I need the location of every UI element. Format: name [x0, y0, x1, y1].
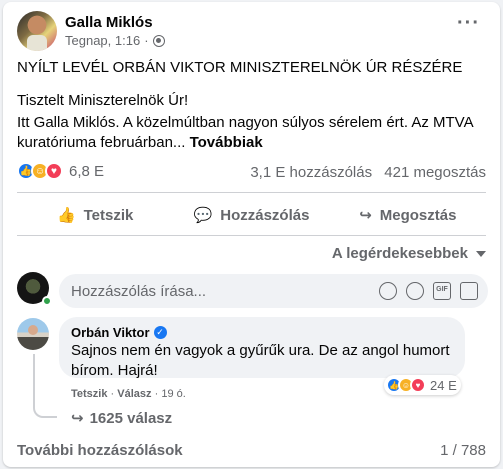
author-avatar[interactable] — [17, 11, 57, 51]
comment-label: Hozzászólás — [220, 206, 310, 224]
sort-label: A legérdekesebbek — [331, 245, 468, 262]
comment-reactions[interactable]: 👍 ☺ ♥ 24 E — [384, 375, 461, 395]
like-icon: 👍 — [56, 207, 76, 224]
meta-dot-1: · — [110, 388, 115, 400]
share-icon: ↪ — [359, 207, 372, 224]
post-stats: 3,1 E hozzászólás 421 megosztás — [242, 164, 486, 181]
post-title: NYÍLT LEVÉL ORBÁN VIKTOR MINISZTERELNÖK … — [17, 59, 463, 76]
comment-input-placeholder: Hozzászólás írása... — [71, 282, 207, 300]
love-reaction-icon: ♥ — [45, 162, 63, 180]
reply-arrow-icon: ↪ — [71, 410, 84, 427]
comment-icon: 💬 — [193, 207, 213, 224]
post-greeting: Tisztelt Miniszterelnök Úr! — [17, 92, 189, 109]
more-comments-link[interactable]: További hozzászólások — [17, 442, 183, 459]
post-body: Itt Galla Miklós. A közelmúltban nagyon … — [17, 113, 487, 153]
reaction-count: 6,8 E — [69, 162, 105, 180]
shares-count[interactable]: 421 megosztás — [384, 164, 486, 181]
verified-icon: ✓ — [153, 326, 167, 339]
love-reaction-icon: ♥ — [410, 377, 426, 393]
comment-reaction-count: 24 E — [430, 377, 457, 393]
post-meta: Tegnap, 1:16 · — [65, 33, 165, 48]
replies-count: 1625 válasz — [89, 409, 173, 427]
comment-bubble: Orbán Viktor ✓ Sajnos nem én vagyok a gy… — [59, 317, 465, 379]
see-more-link[interactable]: Továbbiak — [190, 134, 263, 151]
commenter-name[interactable]: Orbán Viktor — [71, 325, 150, 340]
post-header: Galla Miklós Tegnap, 1:16 · — [17, 11, 165, 51]
action-bar: 👍 Tetszik 💬 Hozzászólás ↪ Megosztás — [17, 196, 486, 234]
comments-count[interactable]: 3,1 E hozzászólás — [250, 164, 372, 181]
author-block: Galla Miklós Tegnap, 1:16 · — [65, 14, 165, 48]
post-card: Galla Miklós Tegnap, 1:16 · ··· NYÍLT LE… — [3, 2, 500, 467]
input-icons: GIF — [379, 282, 478, 300]
author-name[interactable]: Galla Miklós — [65, 14, 165, 32]
commenter-name-row: Orbán Viktor ✓ — [71, 325, 453, 340]
comment-meta: Tetszik · Válasz · 19 ó. — [71, 388, 186, 400]
meta-separator: · — [144, 33, 149, 48]
sort-dropdown[interactable]: A legérdekesebbek — [332, 245, 486, 262]
reply-thread-line — [33, 354, 57, 418]
globe-icon — [152, 34, 165, 47]
meta-dot-2: · — [154, 388, 159, 400]
emoji-icon[interactable] — [379, 282, 397, 300]
comment-input[interactable]: Hozzászólás írása... GIF — [59, 274, 488, 308]
comment-pager: 1 / 788 — [440, 442, 486, 459]
share-button[interactable]: ↪ Megosztás — [330, 196, 486, 234]
online-status-icon — [42, 296, 52, 306]
reaction-summary[interactable]: 👍 ☺ ♥ 6,8 E — [17, 162, 104, 180]
like-label: Tetszik — [83, 206, 134, 224]
view-replies-button[interactable]: ↪ 1625 válasz — [71, 409, 173, 428]
sticker-icon[interactable] — [460, 282, 478, 300]
gif-icon[interactable]: GIF — [433, 282, 451, 300]
divider-top — [17, 192, 486, 193]
comment-like-button[interactable]: Tetszik — [71, 388, 107, 400]
post-time[interactable]: Tegnap, 1:16 — [65, 33, 140, 48]
comment-reply-button[interactable]: Válasz — [117, 388, 151, 400]
commenter-avatar[interactable] — [17, 318, 49, 350]
comment-age[interactable]: 19 ó. — [161, 388, 185, 400]
divider-bottom — [17, 235, 486, 236]
chevron-down-icon — [476, 250, 486, 257]
camera-icon[interactable] — [406, 282, 424, 300]
comment-button[interactable]: 💬 Hozzászólás — [173, 196, 329, 234]
more-icon[interactable]: ··· — [457, 13, 480, 33]
like-button[interactable]: 👍 Tetszik — [17, 196, 173, 234]
share-label: Megosztás — [379, 206, 457, 224]
